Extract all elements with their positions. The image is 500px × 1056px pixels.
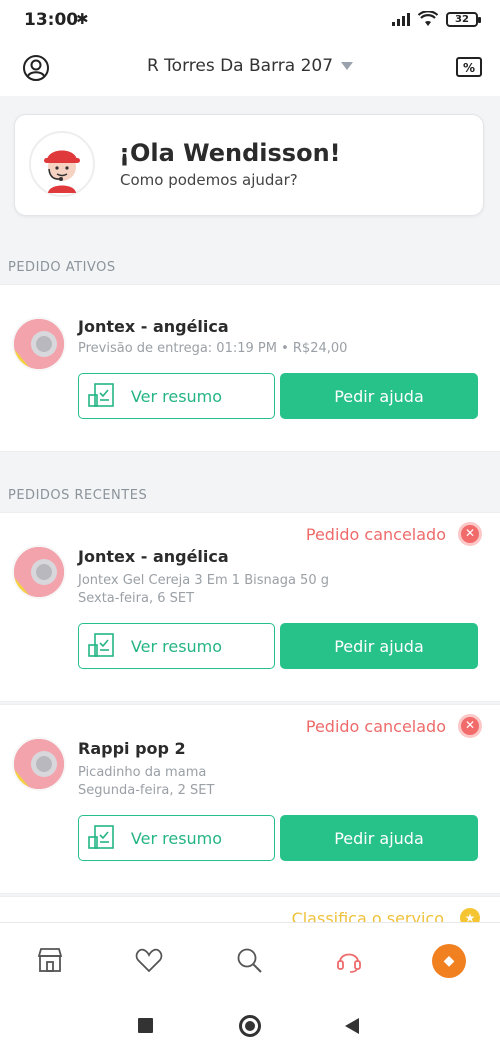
recent-order-card[interactable]: Pedido cancelado ✕ Jontex - angélica Jon…: [0, 512, 500, 702]
order-item: Picadinho da mama: [78, 765, 207, 780]
store-name: Rappi pop 2: [78, 739, 186, 758]
recent-order-card[interactable]: Pedido cancelado ✕ Rappi pop 2 Picadinho…: [0, 704, 500, 894]
store-logo: [12, 317, 66, 371]
bluetooth-icon: ✱: [76, 10, 89, 28]
active-orders-heading: PEDIDO ATIVOS: [8, 260, 116, 275]
store-name: Jontex - angélica: [78, 317, 229, 336]
order-item: Jontex Gel Cereja 3 Em 1 Bisnaga 50 g: [78, 573, 329, 588]
back-icon[interactable]: [345, 1018, 359, 1034]
address-selector[interactable]: R Torres Da Barra 207: [0, 56, 500, 76]
wifi-icon: [418, 11, 438, 26]
receipt-icon: [87, 633, 115, 663]
active-order-card[interactable]: Jontex - angélica Previsão de entrega: 0…: [0, 284, 500, 452]
recent-order-card-partial[interactable]: Classifica o serviço ★: [0, 896, 500, 922]
star-icon: ★: [460, 908, 480, 922]
signal-icon: [392, 12, 410, 26]
heart-icon[interactable]: [134, 945, 164, 975]
discount-icon[interactable]: %: [456, 56, 482, 82]
view-summary-label: Ver resumo: [130, 636, 223, 656]
bottom-navigation: ◆: [0, 922, 500, 996]
store-logo: [12, 737, 66, 791]
app-header: R Torres Da Barra 207 %: [0, 40, 500, 96]
order-status: Pedido cancelado: [305, 717, 446, 736]
battery-icon: 32: [446, 11, 481, 27]
order-date: Segunda-feira, 2 SET: [78, 783, 215, 798]
cancel-icon: ✕: [458, 522, 482, 546]
store-name: Jontex - angélica: [78, 547, 229, 566]
receipt-icon: [87, 825, 115, 855]
request-help-button[interactable]: Pedir ajuda: [280, 373, 478, 419]
home-icon[interactable]: [239, 1015, 261, 1037]
status-icons: 32: [392, 11, 481, 27]
recent-orders-heading: PEDIDOS RECENTES: [8, 488, 148, 503]
svg-text:%: %: [463, 61, 475, 75]
greeting-card: ¡Ola Wendisson! Como podemos ajudar?: [14, 114, 484, 216]
support-agent-avatar: [29, 131, 95, 197]
chevron-down-icon: [341, 62, 354, 70]
greeting-title: ¡Ola Wendisson!: [119, 139, 341, 167]
request-help-button[interactable]: Pedir ajuda: [280, 623, 478, 669]
request-help-button[interactable]: Pedir ajuda: [280, 815, 478, 861]
order-status: Pedido cancelado: [305, 525, 446, 544]
cancel-icon: ✕: [458, 714, 482, 738]
view-summary-label: Ver resumo: [130, 386, 223, 406]
search-icon[interactable]: [234, 945, 264, 975]
greeting-subtitle: Como podemos ajudar?: [120, 171, 298, 189]
status-bar: 13:00 ✱ 32: [0, 0, 500, 40]
receipt-icon: [87, 383, 115, 413]
address-text: R Torres Da Barra 207: [146, 56, 334, 76]
support-headset-icon[interactable]: [334, 945, 364, 975]
delivery-estimate: Previsão de entrega: 01:19 PM • R$24,00: [78, 341, 348, 356]
rate-service-link[interactable]: Classifica o serviço: [292, 909, 444, 922]
system-navigation: [0, 996, 500, 1056]
recent-apps-icon[interactable]: [138, 1018, 153, 1033]
store-icon[interactable]: [35, 945, 65, 975]
view-summary-button[interactable]: Ver resumo: [78, 373, 275, 419]
order-date: Sexta-feira, 6 SET: [78, 591, 195, 606]
view-summary-label: Ver resumo: [130, 828, 223, 848]
view-summary-button[interactable]: Ver resumo: [78, 815, 275, 861]
main-content[interactable]: ¡Ola Wendisson! Como podemos ajudar? PED…: [0, 96, 500, 922]
store-logo: [12, 545, 66, 599]
view-summary-button[interactable]: Ver resumo: [78, 623, 275, 669]
status-time: 13:00: [24, 10, 79, 30]
profile-badge-icon[interactable]: ◆: [432, 944, 466, 978]
